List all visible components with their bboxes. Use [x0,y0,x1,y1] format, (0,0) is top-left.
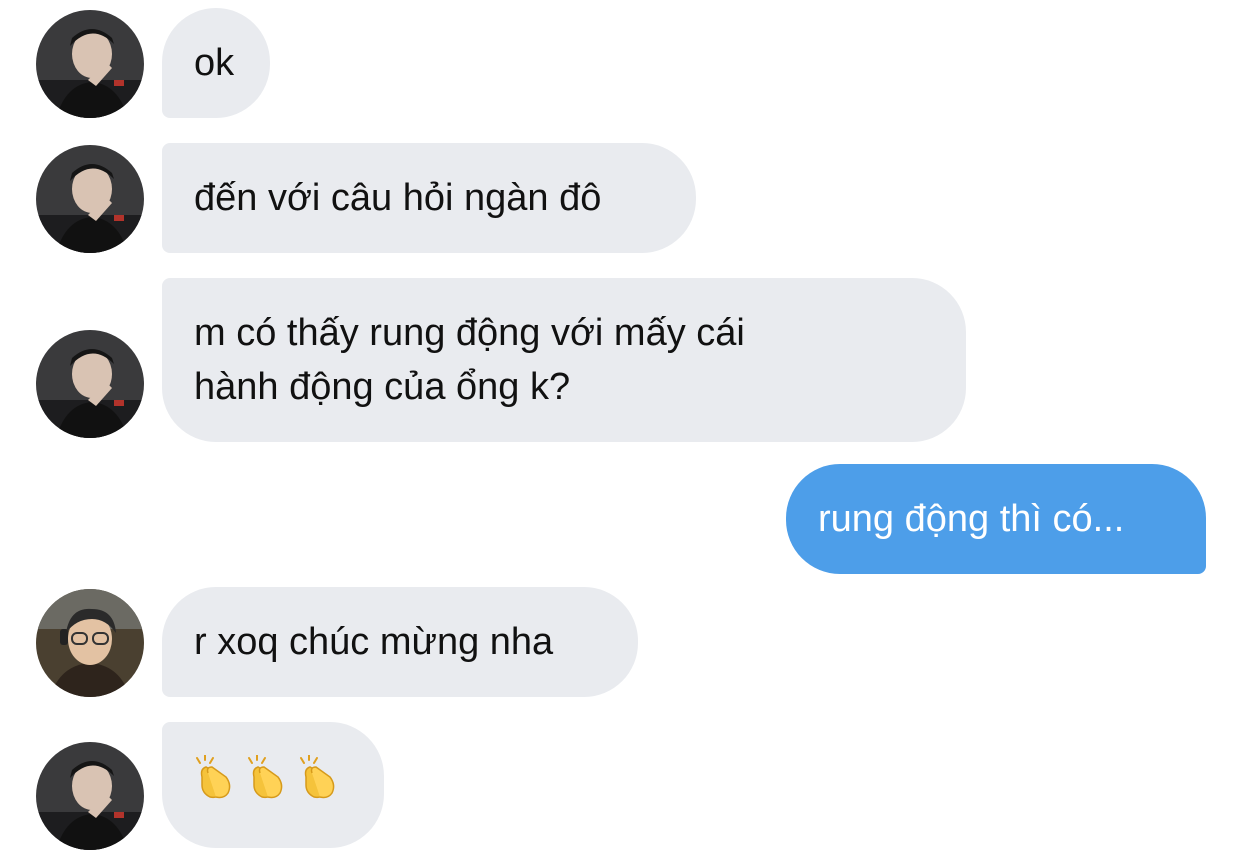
message-bubble[interactable]: ok [162,8,270,118]
message-text: đến với câu hỏi ngàn đô [194,177,602,219]
clapping-hands-icon [194,755,234,801]
clapping-hands-icon [298,755,338,801]
avatar-photo [36,589,144,697]
message-text: ok [194,42,235,84]
message-text-line-1: m có thấy rung động với mấy cái [194,312,745,354]
emoji-message-bubble[interactable] [162,722,384,848]
avatar-friend-1[interactable] [36,330,144,438]
outgoing-message-bubble[interactable]: rung động thì có... [786,464,1206,574]
message-text: rung động thì có... [818,498,1125,540]
avatar-photo [36,330,144,438]
message-bubble[interactable]: r xoq chúc mừng nha [162,587,638,697]
avatar-photo [36,145,144,253]
avatar-photo [36,10,144,118]
avatar-friend-2[interactable] [36,589,144,697]
message-bubble[interactable]: đến với câu hỏi ngàn đô [162,143,696,253]
avatar-friend-1[interactable] [36,10,144,118]
message-text: r xoq chúc mừng nha [194,621,554,663]
message-text-line-2: hành động của ổng k? [194,366,571,408]
avatar-friend-1[interactable] [36,145,144,253]
message-bubble[interactable]: m có thấy rung động với mấy cái hành độn… [162,278,966,442]
clapping-hands-icon [246,755,286,801]
avatar-photo [36,742,144,850]
avatar-friend-1[interactable] [36,742,144,850]
